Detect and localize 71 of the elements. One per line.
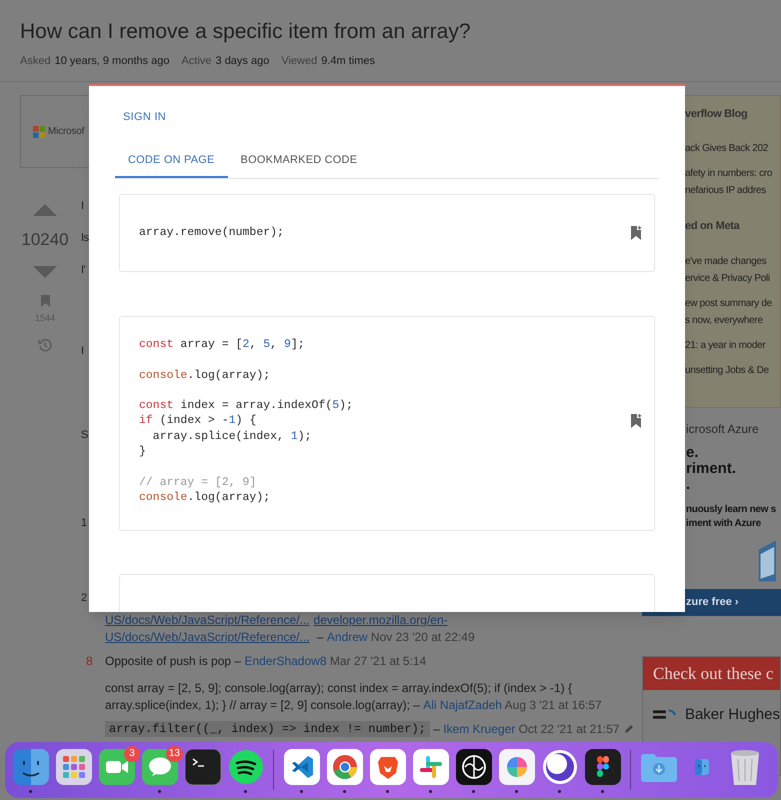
meta-label: Viewed (281, 54, 318, 68)
four-squares-logo-icon (33, 126, 45, 138)
user-link[interactable]: Ikem Krueger (443, 721, 516, 737)
comment-text: array.splice(index, 1); } // array = [2, 9] console.log(array); – (105, 697, 421, 713)
tab[interactable]: BOOKMARKED CODE (228, 145, 370, 178)
jobs-heading: Check out these c (653, 662, 774, 685)
sign-in-link[interactable]: SIGN IN (123, 110, 166, 124)
meta-value: 10 years, 9 months ago (54, 54, 170, 68)
crescent-ring-icon[interactable] (542, 749, 578, 785)
user-link[interactable]: Ali NajafZadeh (423, 697, 502, 713)
ad-subtext: nuously learn new s iment with Azure (686, 503, 777, 531)
meta-value: 3 days ago (216, 54, 270, 68)
ad-text: Microsof (48, 125, 84, 139)
ad-headline: e. riment. . (686, 445, 738, 493)
bookmark-plus-icon[interactable] (630, 414, 642, 428)
meta-value: 9.4m times (321, 54, 376, 68)
meta-link[interactable]: e've made changes ervice & Privacy Poli (685, 253, 780, 287)
meta-label: Active (182, 54, 212, 68)
lion-head-icon[interactable] (370, 749, 406, 785)
comment-date: Mar 27 '21 at 5:14 (328, 653, 426, 669)
link[interactable]: developer.mozilla.org/en- (314, 612, 448, 628)
notification-badge: 3 (124, 746, 140, 762)
panel-heading: ed on Meta (685, 219, 741, 234)
notification-badge: 13 (166, 746, 183, 762)
browser-icon[interactable] (326, 749, 362, 785)
user-link[interactable]: EnderShadow8 (244, 653, 326, 669)
meta-link[interactable]: unsetting Jobs & De (685, 362, 780, 379)
post-text: Is (81, 231, 89, 246)
inline-code: array.filter((_, index) => index != number); (105, 721, 430, 737)
user-link[interactable]: Andrew (326, 629, 368, 645)
pencil-icon[interactable] (624, 724, 634, 734)
meta-link[interactable]: ew post summary de s now, everywhere (685, 295, 780, 329)
petals-icon[interactable] (498, 749, 534, 785)
speech-bubble-icon[interactable] (142, 749, 178, 785)
meta-link[interactable]: 21: a year in moder (685, 337, 780, 354)
comment-text: – (316, 629, 325, 645)
vote-count: 10240 (21, 230, 69, 250)
post-text: 1 (81, 516, 88, 531)
sound-waves-icon[interactable] (228, 749, 264, 785)
comment-text: – (432, 721, 441, 737)
comment-text: Opposite of push is pop – (105, 653, 242, 669)
blog-link[interactable]: afety in numbers: cro nefarious IP addres (685, 165, 780, 199)
code-text: array.remove(number); (139, 225, 285, 241)
comment-date: Oct 22 '21 at 21:57 (518, 721, 620, 737)
post-text: I' (81, 263, 86, 278)
post-text: I (81, 199, 85, 214)
comment-text: const array = [2, 5, 9]; console.log(array); const index = array.indexOf(5); if (index > -1) { (105, 680, 572, 696)
link[interactable]: US/docs/Web/JavaScript/Reference/... (105, 629, 310, 645)
hash-icon[interactable] (412, 749, 448, 785)
tab[interactable]: CODE ON PAGE (115, 145, 228, 178)
panel-heading: verflow Blog (685, 107, 748, 122)
meta-label: Asked (20, 54, 51, 68)
question-title: How can I remove a specific item from an array? (20, 19, 472, 45)
code-editor-icon[interactable] (284, 749, 320, 785)
post-text: I (81, 344, 85, 359)
shapes-icon[interactable] (584, 749, 620, 785)
ad-brand: icrosoft Azure (686, 421, 760, 437)
smiling-face-icon[interactable] (12, 749, 48, 785)
comment-score: 8 (85, 654, 93, 668)
company-name[interactable]: Baker Hughes (684, 704, 780, 726)
blog-link[interactable]: ack Gives Back 202 (685, 140, 780, 157)
post-text: 2 (81, 591, 88, 606)
comment-date: Nov 23 '20 at 22:49 (370, 629, 475, 645)
comment-date: Aug 3 '21 at 16:57 (504, 697, 602, 713)
video-camera-icon[interactable] (98, 749, 134, 785)
link[interactable]: US/docs/Web/JavaScript/Reference/... (105, 612, 310, 628)
terminal-icon[interactable] (184, 749, 220, 785)
app-grid-icon[interactable] (56, 749, 92, 785)
code-text: const array = [2, 5, 9]; console.log(array); const index = array.indexOf(5); if (index > -1) { array.splice(index, 1); } // array = [2, 9] console.log(array); (139, 337, 354, 506)
bookmark-plus-icon[interactable] (630, 226, 642, 240)
post-text: S (81, 428, 89, 443)
